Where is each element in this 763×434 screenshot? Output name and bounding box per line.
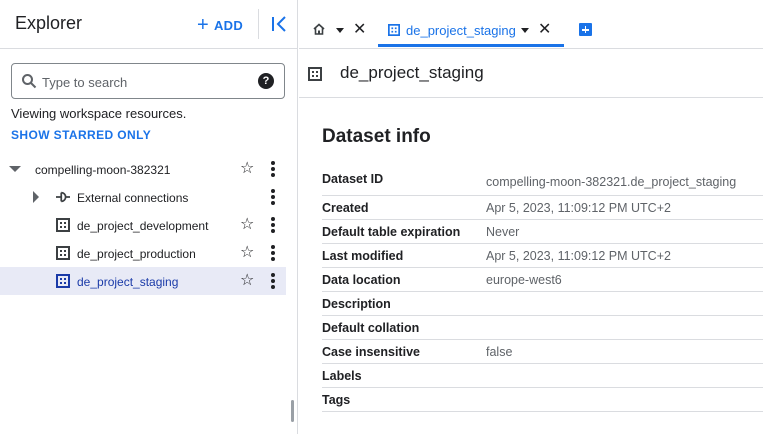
more-options-icon[interactable]: [271, 217, 275, 233]
project-label: compelling-moon-382321: [35, 163, 171, 177]
dataset-icon: [56, 246, 70, 260]
tree-row-de-project-staging[interactable]: de_project_staging ☆: [0, 267, 286, 295]
home-icon: [313, 23, 325, 35]
add-button-label: ADD: [213, 17, 244, 33]
tab-de-project-staging[interactable]: de_project_staging ✕: [378, 13, 564, 47]
more-options-icon[interactable]: [271, 189, 275, 205]
info-row: Case insensitive false: [322, 340, 763, 364]
info-row: Dataset ID compelling-moon-382321.de_pro…: [322, 166, 763, 196]
info-key: Case insensitive: [322, 345, 420, 359]
dataset-title: de_project_staging: [340, 63, 484, 82]
caret-down-icon[interactable]: [521, 28, 529, 33]
tab-bar: ✕ de_project_staging ✕: [299, 0, 763, 49]
info-value: Apr 5, 2023, 11:09:12 PM UTC+2: [486, 249, 671, 263]
info-key: Tags: [322, 393, 351, 407]
section-title: Dataset info: [322, 126, 431, 147]
chevron-down-icon[interactable]: [9, 166, 21, 172]
show-starred-only-link[interactable]: SHOW STARRED ONLY: [11, 128, 151, 142]
info-row: Tags: [322, 388, 763, 412]
info-value: compelling-moon-382321.de_project_stagin…: [486, 175, 737, 189]
tab-home[interactable]: ✕: [299, 13, 377, 47]
info-row: Description: [322, 292, 763, 316]
info-key: Description: [322, 297, 391, 311]
more-options-icon[interactable]: [271, 245, 275, 261]
viewing-resources-text: Viewing workspace resources.: [11, 106, 187, 121]
tree-item-label: de_project_staging: [77, 275, 179, 289]
help-icon[interactable]: ?: [258, 73, 274, 89]
tree-item-label: de_project_production: [77, 247, 196, 261]
explorer-header: Explorer + ADD: [0, 0, 297, 49]
chevron-right-icon[interactable]: [33, 191, 39, 203]
info-row: Last modified Apr 5, 2023, 11:09:12 PM U…: [322, 244, 763, 268]
tree-row-external-connections[interactable]: External connections: [0, 183, 286, 211]
resource-tree: compelling-moon-382321 ☆ External connec…: [0, 155, 286, 295]
star-icon[interactable]: ☆: [240, 245, 254, 261]
dataset-icon: [56, 218, 70, 232]
add-button[interactable]: + ADD: [197, 14, 243, 36]
info-key: Default table expiration: [322, 225, 461, 239]
info-key: Created: [322, 201, 369, 215]
tree-item-label: de_project_development: [77, 219, 209, 233]
info-key: Labels: [322, 369, 362, 383]
more-options-icon[interactable]: [271, 161, 275, 177]
more-options-icon[interactable]: [271, 273, 275, 289]
caret-down-icon[interactable]: [336, 28, 344, 33]
bigquery-workspace: Explorer + ADD ? Viewing workspace resou…: [0, 0, 763, 434]
plus-icon: +: [197, 14, 209, 36]
tree-row-de-project-development[interactable]: de_project_development ☆: [0, 211, 286, 239]
info-value: false: [486, 345, 513, 359]
info-row: Default table expiration Never: [322, 220, 763, 244]
close-icon[interactable]: ✕: [538, 22, 551, 38]
info-value: Never: [486, 225, 520, 239]
search-icon: [22, 74, 37, 89]
search-input[interactable]: [42, 72, 252, 92]
search-box: ?: [11, 63, 285, 99]
dataset-header: de_project_staging: [299, 49, 763, 98]
close-icon[interactable]: ✕: [353, 22, 366, 38]
new-query-tab-icon[interactable]: [579, 23, 592, 36]
dataset-icon: [388, 24, 400, 36]
dataset-icon: [308, 67, 322, 81]
info-value: europe-west6: [486, 273, 562, 287]
panel-resize-handle[interactable]: [291, 400, 294, 422]
info-key: Dataset ID: [322, 172, 384, 186]
info-row: Labels: [322, 364, 763, 388]
tree-item-label: External connections: [77, 191, 189, 205]
external-connection-icon: [56, 191, 70, 203]
tree-row-de-project-production[interactable]: de_project_production ☆: [0, 239, 286, 267]
star-icon[interactable]: ☆: [240, 161, 254, 177]
info-key: Data location: [322, 273, 401, 287]
info-row: Data location europe-west6: [322, 268, 763, 292]
header-divider: [258, 9, 259, 39]
info-key: Last modified: [322, 249, 404, 263]
star-icon[interactable]: ☆: [240, 273, 254, 289]
explorer-panel: Explorer + ADD ? Viewing workspace resou…: [0, 0, 298, 434]
info-row: Default collation: [322, 316, 763, 340]
tab-label: de_project_staging: [406, 23, 516, 38]
explorer-title: Explorer: [15, 13, 83, 33]
dataset-icon: [56, 274, 70, 288]
tree-row-project[interactable]: compelling-moon-382321 ☆: [0, 155, 286, 183]
info-row: Created Apr 5, 2023, 11:09:12 PM UTC+2: [322, 196, 763, 220]
info-key: Default collation: [322, 321, 420, 335]
collapse-panel-icon[interactable]: [268, 12, 290, 36]
star-icon[interactable]: ☆: [240, 217, 254, 233]
info-value: Apr 5, 2023, 11:09:12 PM UTC+2: [486, 201, 671, 215]
dataset-info-table: Dataset ID compelling-moon-382321.de_pro…: [322, 166, 763, 412]
